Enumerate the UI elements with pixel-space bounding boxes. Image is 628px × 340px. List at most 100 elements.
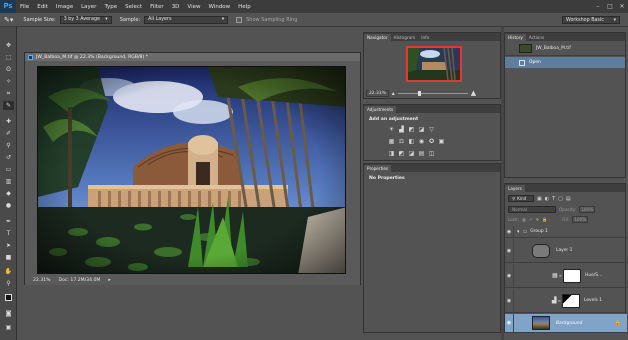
sample-size-select[interactable]: 3 by 3 Average ▾ xyxy=(59,15,112,24)
workspace-select[interactable]: Workshop Basic ▾ xyxy=(562,16,620,24)
navigator-thumbnail[interactable] xyxy=(406,46,462,82)
image-canvas[interactable] xyxy=(37,66,346,274)
type-tool-icon[interactable]: T xyxy=(3,229,14,238)
posterize-icon[interactable]: ◩ xyxy=(398,150,405,157)
marquee-tool-icon[interactable]: ⬚ xyxy=(3,53,14,62)
exposure-icon[interactable]: ◪ xyxy=(418,126,425,133)
tab-layers[interactable]: Layers xyxy=(505,185,525,192)
eraser-tool-icon[interactable]: ▭ xyxy=(3,165,14,174)
show-sampling-ring-checkbox[interactable] xyxy=(236,16,243,23)
adjustment-filter-icon[interactable]: ◐ xyxy=(545,196,549,202)
selective-color-icon[interactable]: ◫ xyxy=(428,150,435,157)
visibility-eye-icon[interactable]: ◉ xyxy=(505,264,514,287)
pen-tool-icon[interactable]: ✒ xyxy=(3,217,14,226)
move-tool-icon[interactable]: ✥ xyxy=(3,41,14,50)
layer-group-1[interactable]: ◉ ▾ ▭ Group 1 xyxy=(505,226,627,238)
color-lookup-icon[interactable]: ▣ xyxy=(438,138,445,145)
blur-tool-icon[interactable]: ◆ xyxy=(3,189,14,198)
navigator-zoom-slider[interactable] xyxy=(397,90,468,96)
menu-filter[interactable]: Filter xyxy=(146,4,168,10)
lock-all-icon[interactable]: 🔒 xyxy=(542,217,547,223)
minimize-button[interactable]: – xyxy=(592,0,604,13)
menu-image[interactable]: Image xyxy=(52,4,77,10)
brush-tool-icon[interactable]: ✐ xyxy=(3,129,14,138)
zoom-in-icon[interactable]: ▲ xyxy=(471,89,476,97)
screen-mode-icon[interactable]: ▣ xyxy=(3,323,14,332)
tab-info[interactable]: Info xyxy=(418,34,432,41)
levels-icon[interactable]: ▟ xyxy=(398,126,405,133)
chevron-right-icon[interactable]: ▸ xyxy=(108,278,110,283)
black-white-icon[interactable]: ◧ xyxy=(408,138,415,145)
visibility-eye-icon[interactable]: ◉ xyxy=(505,289,514,312)
curves-icon[interactable]: ◩ xyxy=(408,126,415,133)
history-brush-tool-icon[interactable]: ↺ xyxy=(3,153,14,162)
history-snapshot-row[interactable]: JW_Balboa_M.tif xyxy=(505,42,625,56)
menu-file[interactable]: File xyxy=(16,4,33,10)
smart-object-filter-icon[interactable]: ▤ xyxy=(566,196,571,202)
lock-position-icon[interactable]: ✥ xyxy=(535,217,539,222)
shape-filter-icon[interactable]: ▢ xyxy=(558,196,563,202)
sample-select[interactable]: All Layers ▾ xyxy=(144,15,229,24)
menu-window[interactable]: Window xyxy=(204,4,234,10)
layer-layer-1[interactable]: ◉ Layer 1 xyxy=(505,239,627,263)
invert-icon[interactable]: ◨ xyxy=(388,150,395,157)
menu-edit[interactable]: Edit xyxy=(33,4,52,10)
visibility-eye-icon[interactable]: ◉ xyxy=(505,314,514,332)
crop-tool-icon[interactable]: ⌗ xyxy=(3,89,14,98)
zoom-slider-thumb[interactable] xyxy=(417,90,421,96)
visibility-eye-icon[interactable]: ◉ xyxy=(505,239,514,262)
lock-image-icon[interactable]: ✐ xyxy=(529,217,533,222)
healing-tool-icon[interactable]: ✚ xyxy=(3,117,14,126)
dodge-tool-icon[interactable]: ● xyxy=(3,201,14,210)
gradient-tool-icon[interactable]: ▥ xyxy=(3,177,14,186)
tab-navigator[interactable]: Navigator xyxy=(364,34,391,41)
menu-type[interactable]: Type xyxy=(100,4,121,10)
gradient-map-icon[interactable]: ▤ xyxy=(418,150,425,157)
close-button[interactable]: ✕ xyxy=(616,0,628,13)
lasso-tool-icon[interactable]: ʘ xyxy=(3,65,14,74)
tab-actions[interactable]: Actions xyxy=(526,34,547,41)
kind-filter-select[interactable]: ⚲ Kind xyxy=(508,195,534,202)
menu-layer[interactable]: Layer xyxy=(77,4,100,10)
quick-select-tool-icon[interactable]: ✧ xyxy=(3,77,14,86)
color-balance-icon[interactable]: ⚖ xyxy=(398,138,405,145)
zoom-out-icon[interactable]: ▴ xyxy=(392,90,395,97)
path-select-tool-icon[interactable]: ➤ xyxy=(3,241,14,250)
clone-stamp-tool-icon[interactable]: ⚲ xyxy=(3,141,14,150)
menu-select[interactable]: Select xyxy=(121,4,146,10)
menu-help[interactable]: Help xyxy=(234,4,255,10)
tab-properties[interactable]: Properties xyxy=(364,165,392,172)
expand-arrow-icon[interactable]: ▾ xyxy=(517,229,520,235)
threshold-icon[interactable]: ◪ xyxy=(408,150,415,157)
photo-filter-icon[interactable]: ◉ xyxy=(418,138,425,145)
channel-mixer-icon[interactable]: ✪ xyxy=(428,138,435,145)
zoom-tool-icon[interactable]: ⚲ xyxy=(3,279,14,288)
quick-mask-icon[interactable]: ◙ xyxy=(3,309,14,318)
tab-history[interactable]: History xyxy=(505,34,526,41)
eyedropper-tool-icon[interactable]: ✎ xyxy=(3,101,14,110)
color-swatches-icon[interactable] xyxy=(3,293,14,302)
menu-view[interactable]: View xyxy=(183,4,204,10)
hue-saturation-icon[interactable]: ▦ xyxy=(388,138,395,145)
layer-hue-saturation[interactable]: ◉ ▦ ∞ Hue/S... xyxy=(505,264,627,288)
fill-value[interactable]: 100% xyxy=(572,216,589,223)
tab-adjustments[interactable]: Adjustments xyxy=(364,106,397,113)
vibrance-icon[interactable]: ▽ xyxy=(428,126,435,133)
maximize-button[interactable]: □ xyxy=(604,0,616,13)
hand-tool-icon[interactable]: ✋ xyxy=(3,267,14,276)
document-tab[interactable]: JW_Balboa_M.tif @ 22.3% (Background, RGB… xyxy=(25,53,360,61)
blend-mode-select[interactable]: Normal xyxy=(508,206,556,213)
opacity-value[interactable]: 100% xyxy=(579,206,596,213)
history-state-open[interactable]: Open xyxy=(505,57,625,68)
lock-transparent-icon[interactable]: ▦ xyxy=(522,217,526,222)
eyedropper-tool-preset-icon[interactable]: ✎▾ xyxy=(4,16,13,24)
menu-3d[interactable]: 3D xyxy=(168,4,184,10)
type-filter-icon[interactable]: T xyxy=(552,196,555,202)
navigator-zoom-value[interactable]: 22.31% xyxy=(366,89,389,97)
layer-levels-1[interactable]: ◉ ▟ ∞ Levels 1 xyxy=(505,289,627,313)
shape-tool-icon[interactable]: ■ xyxy=(3,253,14,262)
layer-background[interactable]: ◉ Background 🔒 xyxy=(505,314,627,333)
pixel-filter-icon[interactable]: ▣ xyxy=(537,196,542,202)
zoom-level[interactable]: 22.31% xyxy=(33,278,51,283)
tab-histogram[interactable]: Histogram xyxy=(391,34,419,41)
